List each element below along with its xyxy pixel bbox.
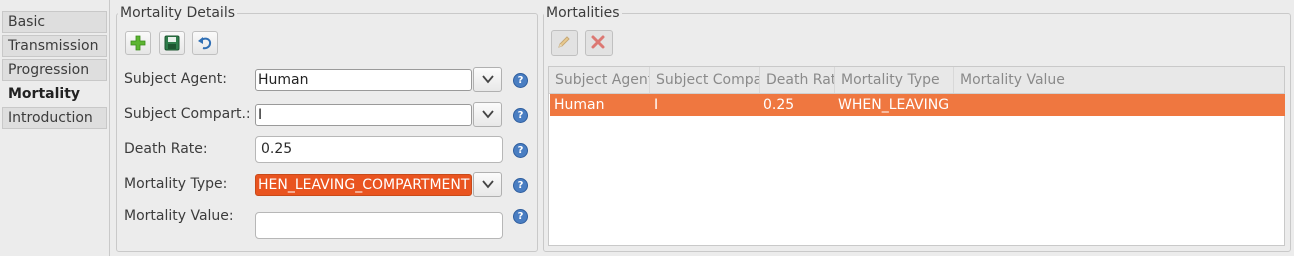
subject-agent-field[interactable]: Human [255,69,472,91]
subject-agent-dropdown-button[interactable] [473,67,502,92]
pencil-icon [558,36,570,48]
undo-button[interactable] [192,31,218,55]
death-rate-label: Death Rate: [124,141,208,157]
save-icon [164,35,180,51]
cell-mortality-value [953,94,1283,116]
cell-mortality-type: WHEN_LEAVING [838,97,950,113]
delete-button[interactable] [585,30,613,56]
chevron-down-icon [482,75,494,84]
table-header: Subject Agent Subject Compar Death Rat M… [549,67,1284,94]
plus-icon [130,35,146,51]
cell-death-rate: 0.25 [763,97,795,113]
tab-progression[interactable]: Progression [2,59,107,81]
tab-divider [109,0,110,256]
section-tabs: Basic Transmission Progression Mortality… [0,8,109,256]
mortality-details-title: Mortality Details [118,5,238,21]
subject-agent-label: Subject Agent: [124,71,227,87]
column-header-subject-agent[interactable]: Subject Agent [549,67,650,93]
mortality-type-label: Mortality Type: [124,176,228,192]
death-rate-input[interactable]: 0.25 [255,136,503,163]
table-row[interactable]: Human I 0.25 WHEN_LEAVING [550,94,1285,116]
help-icon[interactable]: ? [513,73,528,88]
edit-button[interactable] [551,30,578,56]
undo-icon [198,37,212,50]
tab-basic[interactable]: Basic [2,11,107,33]
mortalities-title: Mortalities [544,5,622,21]
mortality-type-value: HEN_LEAVING_COMPARTMENT [258,177,470,193]
tab-introduction[interactable]: Introduction [2,107,107,129]
help-icon[interactable]: ? [513,178,528,193]
tab-mortality[interactable]: Mortality [2,83,107,105]
help-icon[interactable]: ? [513,108,528,123]
cell-subject-agent: Human [554,97,605,113]
chevron-down-icon [482,110,494,119]
mortality-value-label: Mortality Value: [124,208,234,224]
mortalities-table: Subject Agent Subject Compar Death Rat M… [548,66,1285,246]
help-icon[interactable]: ? [513,143,528,158]
tab-transmission[interactable]: Transmission [2,35,107,57]
subject-compart-label: Subject Compart.: [124,106,251,122]
chevron-down-icon [482,180,494,189]
mortality-type-dropdown-button[interactable] [473,172,502,197]
subject-compart-dropdown-button[interactable] [473,102,502,127]
column-header-subject-compartment[interactable]: Subject Compar [650,67,760,93]
cell-subject-compartment: I [654,97,659,113]
column-header-mortality-value[interactable]: Mortality Value [954,67,1284,93]
help-icon[interactable]: ? [513,209,528,224]
subject-compart-field[interactable]: I [255,104,472,126]
add-button[interactable] [125,31,151,55]
column-header-death-rate[interactable]: Death Rat [760,67,835,93]
delete-icon [591,35,605,49]
mortality-value-input[interactable] [255,212,503,239]
save-button[interactable] [159,31,185,55]
mortality-type-field[interactable]: HEN_LEAVING_COMPARTMENT [255,174,472,196]
column-header-mortality-type[interactable]: Mortality Type [835,67,954,93]
